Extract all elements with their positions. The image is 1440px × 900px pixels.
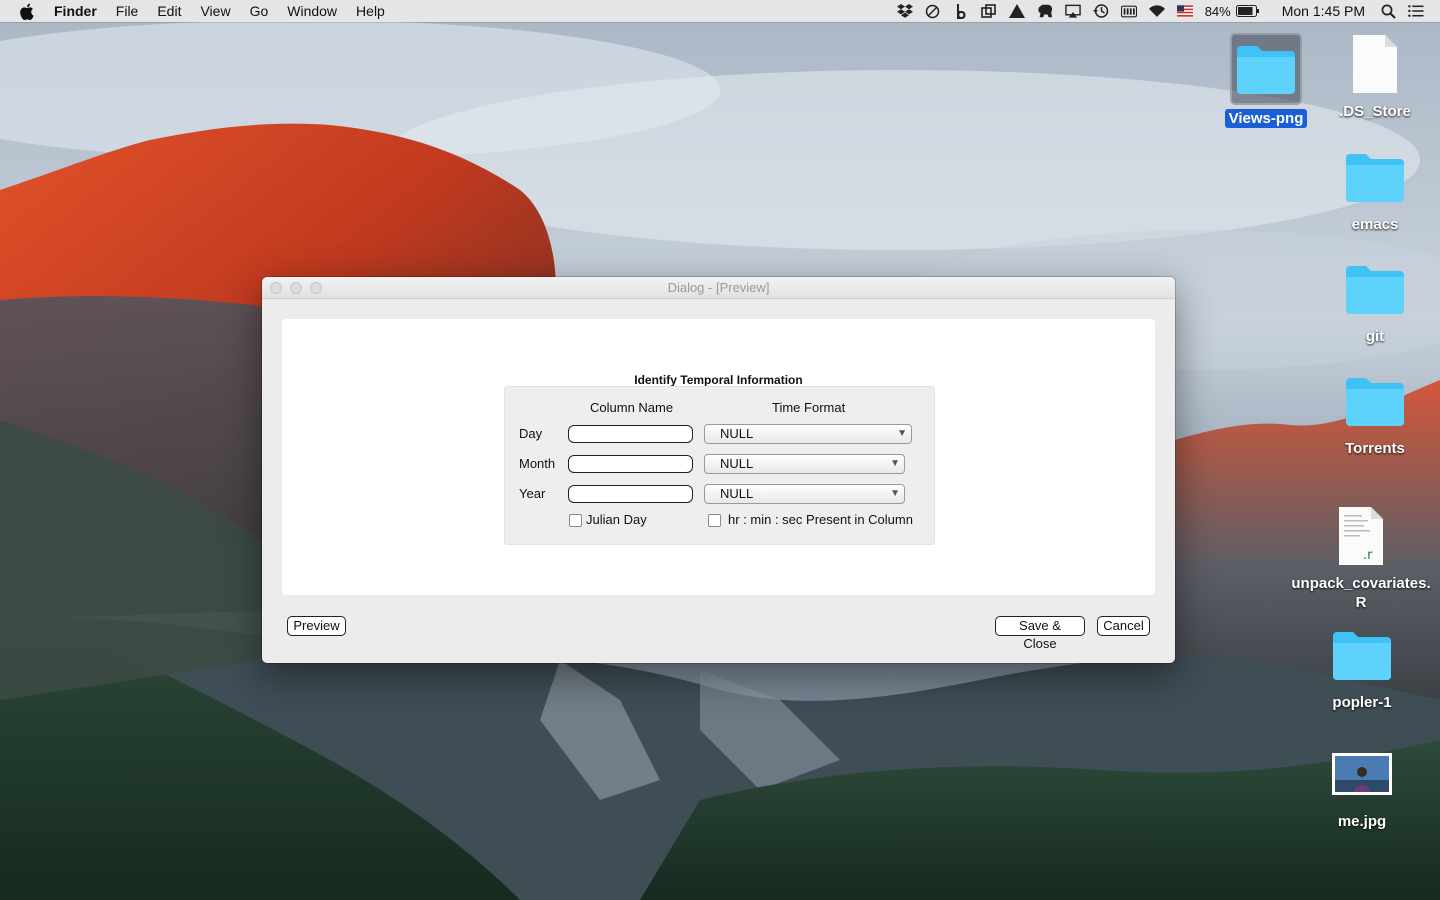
app-menu-finder[interactable]: Finder (54, 3, 97, 19)
window-titlebar[interactable]: Dialog - [Preview] (262, 277, 1175, 299)
r-script-file-icon: .r (1327, 502, 1395, 570)
cancel-button[interactable]: Cancel (1097, 616, 1150, 636)
time-format-header: Time Format (772, 400, 846, 415)
desktop-icon-torrents[interactable]: Torrents (1300, 367, 1440, 458)
section-title: Identify Temporal Information (634, 373, 803, 387)
menu-edit[interactable]: Edit (157, 3, 181, 19)
notification-center-icon[interactable] (1408, 3, 1424, 19)
year-time-format-select[interactable]: NULL ▼ (704, 484, 905, 504)
desktop-icon-popler-1[interactable]: popler-1 (1287, 621, 1437, 712)
apple-menu-icon[interactable] (19, 3, 37, 20)
file-icon (1341, 30, 1409, 98)
folder-icon (1341, 143, 1409, 211)
desktop-icon-label: me.jpg (1337, 813, 1387, 830)
desktop-icon-label: git (1365, 328, 1385, 345)
desktop-icon-label: Torrents (1345, 440, 1405, 457)
hms-present-label: hr : min : sec Present in Column (728, 512, 913, 527)
julian-day-checkbox[interactable] (569, 514, 582, 527)
battery-icon[interactable] (1235, 3, 1260, 19)
day-column-name-field[interactable] (568, 425, 693, 443)
year-label: Year (519, 486, 546, 501)
desktop-icon-unpack-covariates[interactable]: .r unpack_covariates.R (1286, 502, 1436, 612)
battery-percent: 84% (1204, 3, 1231, 19)
desktop-icon-label: popler-1 (1332, 694, 1392, 711)
month-time-format-value: NULL (720, 456, 754, 471)
zoom-window-button[interactable] (310, 282, 322, 294)
preview-button[interactable]: Preview (287, 616, 346, 636)
sync-icon[interactable] (925, 3, 941, 19)
year-column-name-field[interactable] (568, 485, 693, 503)
screens-icon[interactable] (981, 3, 997, 19)
desktop-icon-git[interactable]: git (1300, 255, 1440, 346)
folder-icon (1230, 33, 1302, 105)
close-window-button[interactable] (270, 282, 282, 294)
evernote-icon[interactable] (1037, 3, 1053, 19)
month-label: Month (519, 456, 556, 471)
column-name-header: Column Name (590, 400, 674, 415)
status-area: 84% Mon 1:45 PM (896, 0, 1440, 22)
time-machine-icon[interactable] (1092, 3, 1109, 19)
month-time-format-select[interactable]: NULL ▼ (704, 454, 905, 474)
menubar-clock[interactable]: Mon 1:45 PM (1282, 3, 1365, 19)
minimize-window-button[interactable] (290, 282, 302, 294)
desktop-icon-label: .DS_Store (1339, 103, 1411, 120)
image-thumbnail-icon (1328, 740, 1396, 808)
menu-file[interactable]: File (116, 3, 139, 19)
svg-text:.r: .r (1363, 548, 1373, 563)
desktop-icon-label: Views-png (1224, 109, 1308, 128)
chevron-down-icon: ▼ (890, 458, 900, 469)
desktop-icon-ds-store[interactable]: .DS_Store (1300, 30, 1440, 121)
day-time-format-select[interactable]: NULL ▼ (704, 424, 912, 444)
menu-go[interactable]: Go (250, 3, 269, 19)
keyboard-icon[interactable] (1120, 3, 1137, 19)
desktop-icon-emacs[interactable]: emacs (1300, 143, 1440, 234)
save-close-button[interactable]: Save & Close (995, 616, 1085, 651)
day-label: Day (519, 426, 543, 441)
chevron-down-icon: ▼ (890, 488, 900, 499)
menu-view[interactable]: View (200, 3, 230, 19)
dropbox-icon[interactable] (896, 3, 913, 19)
hms-present-checkbox[interactable] (708, 514, 721, 527)
menu-window[interactable]: Window (287, 3, 337, 19)
drive-icon[interactable] (1008, 3, 1025, 19)
us-flag-icon[interactable] (1176, 3, 1193, 19)
b-icon[interactable] (953, 3, 969, 19)
wifi-icon[interactable] (1148, 3, 1165, 19)
folder-icon (1328, 621, 1396, 689)
spotlight-search-icon[interactable] (1380, 3, 1396, 19)
folder-icon (1341, 255, 1409, 323)
folder-icon (1341, 367, 1409, 435)
desktop-icon-me-jpg[interactable]: me.jpg (1287, 740, 1437, 831)
dialog-window: Dialog - [Preview] Identify Temporal Inf… (262, 277, 1175, 663)
day-time-format-value: NULL (720, 426, 754, 441)
desktop-icon-label: emacs (1351, 216, 1399, 233)
window-controls (270, 282, 330, 294)
julian-day-label: Julian Day (586, 512, 647, 527)
year-time-format-value: NULL (720, 486, 754, 501)
menu-help[interactable]: Help (356, 3, 385, 19)
chevron-down-icon: ▼ (897, 428, 907, 439)
temporal-info-group: Column Name Time Format Day NULL ▼ Month… (504, 386, 935, 545)
desktop-icon-label: unpack_covariates.R (1291, 575, 1431, 611)
airplay-icon[interactable] (1064, 3, 1081, 19)
month-column-name-field[interactable] (568, 455, 693, 473)
content-panel: Identify Temporal Information Column Nam… (282, 319, 1155, 595)
window-title: Dialog - [Preview] (667, 280, 770, 295)
menu-bar: Finder File Edit View Go Window Help 84%… (0, 0, 1440, 22)
